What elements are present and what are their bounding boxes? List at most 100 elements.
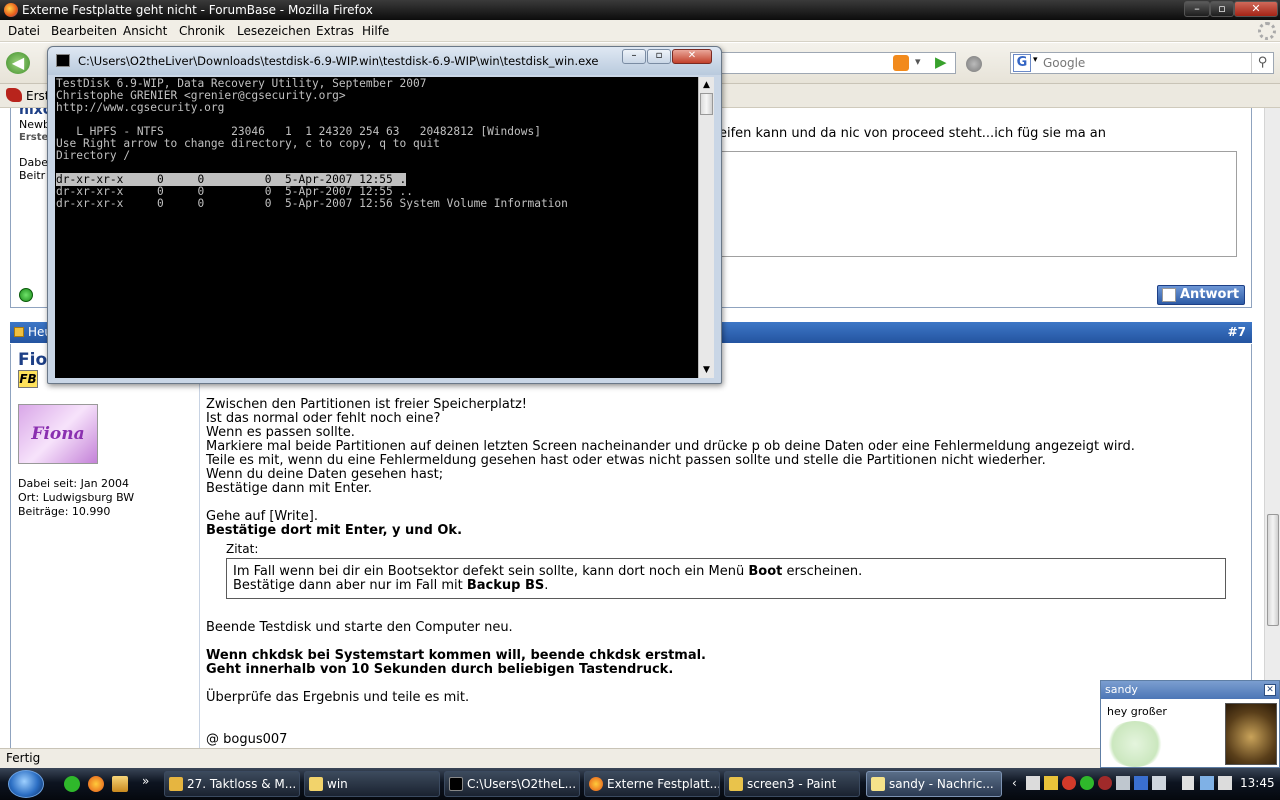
console-line: dr-xr-xr-x 0 0 0 5-Apr-2007 12:56 System… <box>56 197 568 210</box>
post-chkdsk-line-2: Geht innerhalb von 10 Sekunden durch bel… <box>206 662 674 677</box>
addon-gear-icon[interactable] <box>966 56 982 72</box>
post-line-1: Zwischen den Partitionen ist freier Spei… <box>206 397 527 412</box>
task-label: C:\Users\O2theL... <box>467 777 577 791</box>
firefox-title-bar: Externe Festplatte geht nicht - ForumBas… <box>0 0 1280 20</box>
post-number[interactable]: #7 <box>1228 322 1246 343</box>
tray-icon-7[interactable] <box>1134 776 1148 790</box>
quote-line2-b: Backup BS <box>466 578 545 593</box>
tray-icon-3[interactable] <box>1062 776 1076 790</box>
post-7: Fion FB Fiona Dabei seit: Jan 2004 Ort: … <box>10 344 1252 748</box>
post-write-line: Gehe auf [Write]. <box>206 509 318 524</box>
quote-line2-a: Bestätige dann aber nur im Fall mit <box>233 578 467 593</box>
console-minimize-button[interactable]: – <box>622 49 646 64</box>
reply-button[interactable]: Antwort <box>1157 285 1245 305</box>
task-label: 27. Taktloss & M... <box>187 777 297 791</box>
console-scroll-thumb[interactable] <box>700 93 713 115</box>
menu-datei[interactable]: Datei <box>8 24 40 38</box>
task-paint[interactable]: screen3 - Paint <box>724 771 860 797</box>
console-app-icon <box>56 54 70 67</box>
volume-icon[interactable] <box>1218 776 1232 790</box>
console-scroll-down-icon[interactable]: ▼ <box>699 362 714 378</box>
tray-icon-2[interactable] <box>1044 776 1058 790</box>
engine-dropdown-icon[interactable]: ▾ <box>1033 55 1038 65</box>
post-confirm-line: Bestätige dort mit Enter, y und Ok. <box>206 523 463 538</box>
avatar: Fiona <box>18 404 98 464</box>
network-icon[interactable] <box>1200 776 1214 790</box>
menu-lesezeichen[interactable]: Lesezeichen <box>237 24 311 38</box>
notification-close-icon[interactable]: ✕ <box>1264 684 1276 696</box>
task-console[interactable]: C:\Users\O2theL... <box>444 771 580 797</box>
author-post-count: Beiträge: 10.990 <box>18 505 111 518</box>
winamp-quicklaunch-icon[interactable] <box>112 776 128 792</box>
console-scroll-up-icon[interactable]: ▲ <box>699 77 714 93</box>
back-arrow-icon[interactable]: ◀ <box>6 52 30 74</box>
minimize-button[interactable]: – <box>1184 1 1210 17</box>
task-label: Externe Festplatt... <box>607 777 720 791</box>
console-line: Directory / <box>56 149 131 162</box>
url-dropdown-icon[interactable]: ▾ <box>915 55 921 68</box>
console-task-icon <box>449 777 463 791</box>
clock[interactable]: 13:45 <box>1240 776 1275 790</box>
tray-icon-5[interactable] <box>1098 776 1112 790</box>
tray-icq-icon[interactable] <box>1080 776 1094 790</box>
bookmark-icon <box>6 88 22 102</box>
task-firefox[interactable]: Externe Festplatt... <box>584 771 720 797</box>
console-scrollbar[interactable]: ▲ ▼ <box>698 77 714 378</box>
post-end-line: Beende Testdisk und starte den Computer … <box>206 620 513 635</box>
quicklaunch-overflow[interactable]: » <box>142 774 149 788</box>
system-tray-icons <box>1026 775 1172 793</box>
previous-post-joined: Dabe <box>19 156 48 169</box>
quote-line2-c: . <box>544 578 549 593</box>
page-scroll-thumb[interactable] <box>1267 514 1279 626</box>
post-body: @ nixchecker Zwischen den Partitionen is… <box>206 364 1236 747</box>
console-title-bar[interactable]: C:\Users\O2theLiver\Downloads\testdisk-6… <box>48 47 721 75</box>
forumbase-badge-icon: FB <box>18 370 38 388</box>
search-magnifier-icon[interactable]: ⚲ <box>1251 53 1273 73</box>
post-line-3: Wenn es passen sollte. <box>206 425 355 440</box>
search-box[interactable]: G ▾ Google ⚲ <box>1010 52 1274 74</box>
task-win-folder[interactable]: win <box>304 771 440 797</box>
quote-line1-b: Boot <box>748 564 783 579</box>
reply-button-label: Antwort <box>1180 287 1240 302</box>
tray-icon-1[interactable] <box>1026 776 1040 790</box>
icq-quicklaunch-icon[interactable] <box>64 776 80 792</box>
go-arrow-icon[interactable]: ▶ <box>935 53 947 71</box>
console-window[interactable]: C:\Users\O2theLiver\Downloads\testdisk-6… <box>47 46 722 384</box>
start-button[interactable] <box>8 770 44 798</box>
tray-icon-8[interactable] <box>1152 776 1166 790</box>
maximize-button[interactable]: ▫ <box>1210 1 1234 17</box>
close-button[interactable]: ✕ <box>1234 1 1278 17</box>
console-maximize-button[interactable]: ▫ <box>647 49 671 64</box>
messenger-notification[interactable]: sandy ✕ hey großer <box>1100 680 1280 768</box>
status-text: Fertig <box>6 751 41 765</box>
menu-extras[interactable]: Extras <box>316 24 354 38</box>
console-close-button[interactable]: ✕ <box>672 49 712 64</box>
console-output[interactable]: TestDisk 6.9-WIP, Data Recovery Utility,… <box>55 77 698 378</box>
avatar-text: Fiona <box>31 424 85 444</box>
google-engine-icon[interactable]: G <box>1013 54 1031 72</box>
menu-ansicht[interactable]: Ansicht <box>123 24 167 38</box>
quote-line1-a: Im Fall wenn bei dir ein Bootsektor defe… <box>233 564 749 579</box>
contact-avatar <box>1225 703 1277 765</box>
notification-sender: sandy <box>1105 683 1138 696</box>
power-icon[interactable] <box>1182 776 1194 790</box>
rss-feed-icon[interactable] <box>893 55 909 71</box>
task-label: screen3 - Paint <box>747 777 837 791</box>
menu-chronik[interactable]: Chronik <box>179 24 225 38</box>
post-chkdsk-line-1: Wenn chkdsk bei Systemstart kommen will,… <box>206 648 706 663</box>
tray-icon-6[interactable] <box>1116 776 1130 790</box>
status-bar: Fertig <box>0 748 1280 768</box>
url-bar[interactable]: ▾ ▶ <box>720 52 956 74</box>
console-title: C:\Users\O2theLiver\Downloads\testdisk-6… <box>78 54 599 68</box>
task-winamp[interactable]: 27. Taktloss & M... <box>164 771 300 797</box>
quote-line1-c: erscheinen. <box>782 564 863 579</box>
tray-expand-icon[interactable]: ‹ <box>1012 776 1017 790</box>
task-sandy-message[interactable]: sandy - Nachric... <box>866 771 1002 797</box>
page-scrollbar[interactable] <box>1264 108 1280 748</box>
previous-post-text: eifen kann und da nic von proceed steht.… <box>719 126 1107 141</box>
bookmark-erst[interactable]: Erst <box>26 89 49 103</box>
menu-bearbeiten[interactable]: Bearbeiten <box>51 24 117 38</box>
menu-hilfe[interactable]: Hilfe <box>362 24 389 38</box>
firefox-quicklaunch-icon[interactable] <box>88 776 104 792</box>
previous-post-count: Beitr <box>19 169 46 182</box>
